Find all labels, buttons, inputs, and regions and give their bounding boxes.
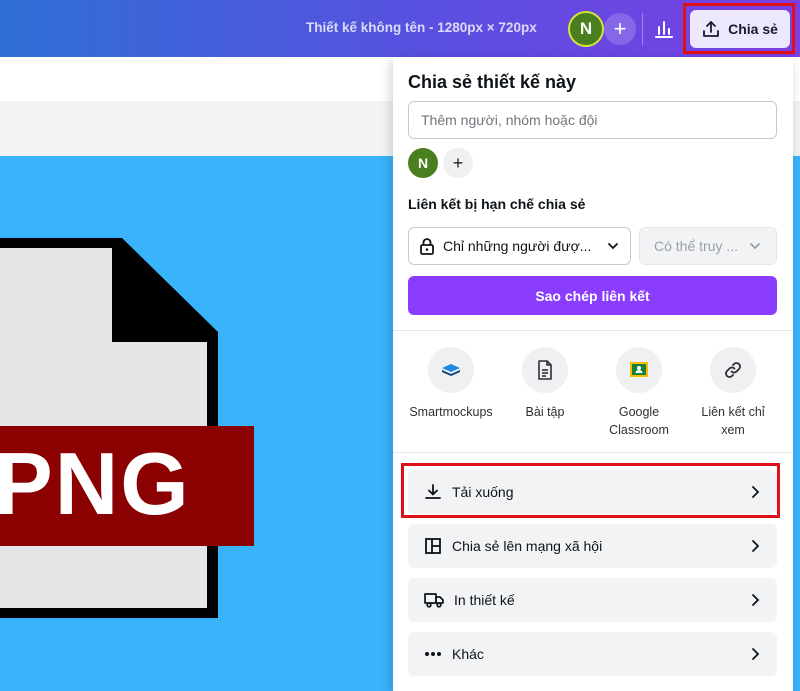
- view-only-link-button[interactable]: [710, 347, 756, 393]
- link-icon: [725, 362, 741, 378]
- app-assignment[interactable]: Bài tập: [500, 347, 590, 421]
- option-social-share[interactable]: Chia sẻ lên mạng xã hội: [408, 524, 777, 568]
- app-smartmockups[interactable]: Smartmockups: [406, 347, 496, 421]
- app-label: Liên kết chỉ xem: [701, 405, 765, 437]
- document-title[interactable]: Thiết kế không tên - 1280px × 720px: [306, 20, 537, 35]
- app-label: Smartmockups: [409, 405, 493, 419]
- option-more[interactable]: Khác: [408, 632, 777, 676]
- app-label: Bài tập: [525, 405, 565, 419]
- bar-chart-icon: [655, 21, 673, 38]
- assignment-icon: [538, 360, 552, 380]
- chevron-down-icon: [608, 243, 618, 250]
- access-level-value: Chỉ những người đượ...: [443, 238, 592, 254]
- add-person-button[interactable]: +: [443, 148, 473, 178]
- app-view-only-link[interactable]: Liên kết chỉ xem: [688, 347, 778, 439]
- access-level-select[interactable]: Chỉ những người đượ...: [408, 227, 631, 265]
- divider: [393, 452, 793, 453]
- chevron-right-icon: [752, 594, 760, 606]
- app-label: Google Classroom: [609, 405, 669, 437]
- option-label: Khác: [452, 646, 484, 662]
- copy-link-button[interactable]: Sao chép liên kết: [408, 276, 777, 315]
- collaborator-avatar[interactable]: N: [408, 148, 438, 178]
- chevron-right-icon: [752, 540, 760, 552]
- smartmockups-button[interactable]: [428, 347, 474, 393]
- option-print[interactable]: In thiết kế: [408, 578, 777, 622]
- assignment-button[interactable]: [522, 347, 568, 393]
- social-layout-icon: [425, 538, 441, 554]
- add-people-input[interactable]: [408, 101, 777, 139]
- top-bar: Thiết kế không tên - 1280px × 720px N +: [0, 0, 800, 57]
- truck-icon: [424, 593, 444, 608]
- option-label: In thiết kế: [454, 592, 515, 608]
- share-button-label: Chia sẻ: [728, 21, 778, 37]
- google-classroom-button[interactable]: [616, 347, 662, 393]
- share-panel-title: Chia sẻ thiết kế này: [408, 72, 577, 92]
- share-button[interactable]: Chia sẻ: [690, 10, 790, 48]
- divider: [393, 330, 793, 331]
- chevron-down-icon: [750, 243, 760, 250]
- app-google-classroom[interactable]: Google Classroom: [594, 347, 684, 439]
- highlight-frame-download: [401, 463, 780, 518]
- lock-icon: [420, 238, 434, 255]
- option-label: Chia sẻ lên mạng xã hội: [452, 538, 603, 554]
- permission-select[interactable]: Có thể truy ...: [639, 227, 777, 265]
- file-type-label: PNG: [0, 434, 191, 533]
- toolbar-divider: [642, 13, 643, 45]
- link-access-label: Liên kết bị hạn chế chia sẻ: [408, 196, 586, 212]
- share-panel: Chia sẻ thiết kế này N + Liên kết bị hạn…: [393, 57, 793, 691]
- google-classroom-icon: [630, 362, 648, 377]
- permission-value: Có thể truy ...: [654, 238, 739, 254]
- upload-icon: [703, 21, 719, 37]
- insights-button[interactable]: [648, 13, 680, 45]
- more-dots-icon: [425, 652, 441, 656]
- chevron-right-icon: [752, 648, 760, 660]
- user-avatar[interactable]: N: [568, 11, 604, 47]
- smartmockups-icon: [442, 364, 460, 376]
- add-collaborator-button[interactable]: +: [604, 13, 636, 45]
